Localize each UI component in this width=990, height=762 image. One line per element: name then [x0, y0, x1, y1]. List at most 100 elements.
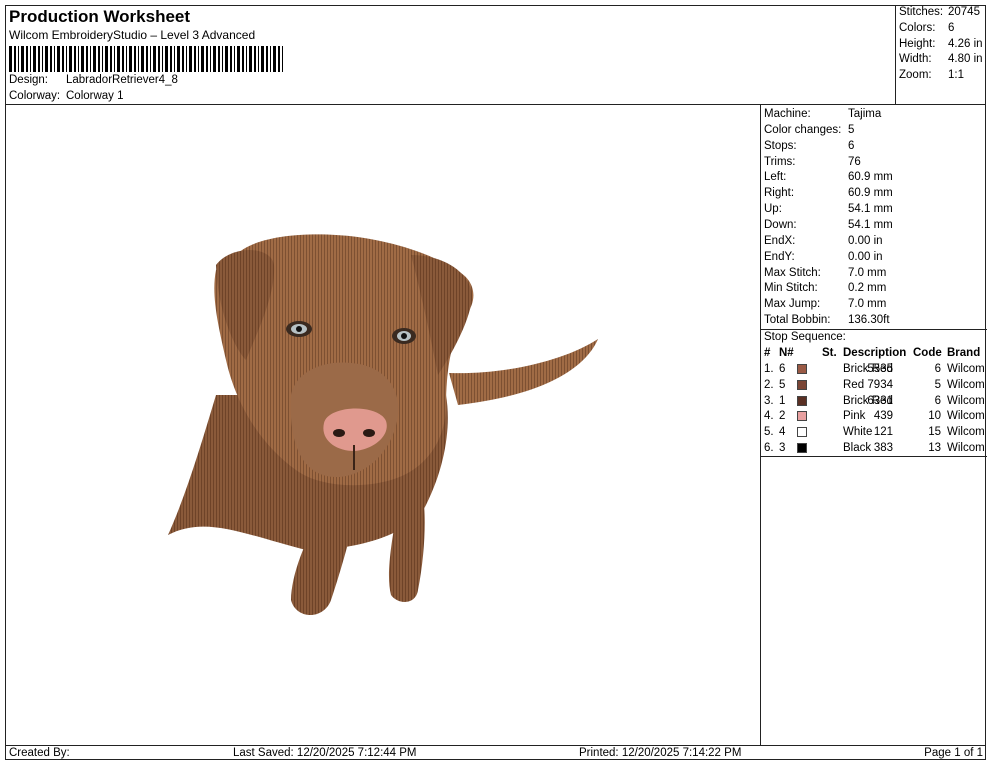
min-stitch-row: Min Stitch: 0.2 mm	[764, 281, 886, 296]
endy-label: EndY:	[764, 251, 795, 263]
seq-needle: 2	[779, 410, 786, 423]
stitches-value: 20745	[948, 6, 980, 18]
down-row: Down: 54.1 mm	[764, 218, 893, 233]
col-st-header: St.	[822, 347, 837, 359]
total-bobbin-label: Total Bobbin:	[764, 314, 831, 326]
dog-tail	[449, 339, 598, 405]
color-changes-row: Color changes: 5	[764, 123, 854, 138]
worksheet-footer: Created By: Last Saved: 12/20/2025 7:12:…	[6, 745, 986, 760]
design-row: Design: LabradorRetriever4_8	[9, 74, 178, 86]
barcode	[9, 46, 283, 72]
max-jump-label: Max Jump:	[764, 298, 821, 310]
max-stitch-value: 7.0 mm	[848, 267, 887, 279]
page-number: Page 1 of 1	[924, 747, 983, 759]
left-row: Left: 60.9 mm	[764, 170, 893, 185]
seq-num: 2.	[764, 378, 774, 391]
seq-code: 6	[934, 394, 941, 407]
endx-row: EndX: 0.00 in	[764, 234, 883, 249]
seq-code: 13	[928, 442, 941, 454]
thread-color-swatch	[797, 443, 807, 453]
sequence-row: 1. 6 5535 Brick Red 6 Wilcom	[761, 362, 987, 377]
endx-value: 0.00 in	[848, 235, 883, 247]
max-jump-value: 7.0 mm	[848, 298, 887, 310]
col-brand-header: Brand	[947, 347, 981, 359]
machine-label: Machine:	[764, 108, 811, 120]
stops-value: 6	[848, 140, 855, 152]
trims-label: Trims:	[764, 156, 796, 168]
height-label: Height:	[899, 38, 936, 50]
thread-color-swatch	[797, 427, 807, 438]
design-value: LabradorRetriever4_8	[66, 74, 178, 86]
created-by: Created By:	[9, 747, 70, 759]
seq-description: Red	[843, 378, 865, 391]
seq-description: Brick Red	[843, 363, 893, 375]
sequence-row: 5. 4 121 White 15 Wilcom	[761, 425, 987, 440]
seq-needle: 3	[779, 442, 786, 454]
zoom-value: 1:1	[948, 69, 964, 81]
seq-description: Black	[843, 442, 872, 454]
width-label: Width:	[899, 53, 932, 65]
color-changes-label: Color changes:	[764, 124, 842, 136]
min-stitch-value: 0.2 mm	[848, 282, 887, 294]
printed-date: Printed: 12/20/2025 7:14:22 PM	[579, 747, 742, 759]
sequence-row: 3. 1 6331 Brick Red 6 Wilcom	[761, 394, 987, 409]
seq-code: 10	[928, 410, 941, 423]
seq-brand: Wilcom	[947, 426, 985, 439]
seq-stitches: 383	[873, 442, 893, 454]
seq-brand: Wilcom	[947, 363, 985, 375]
seq-needle: 5	[779, 378, 786, 391]
colorway-row: Colorway: Colorway 1	[9, 90, 124, 102]
colors-row: Colors: 6	[899, 22, 954, 34]
color-changes-value: 5	[848, 124, 855, 136]
trims-value: 76	[848, 156, 861, 168]
down-label: Down:	[764, 219, 797, 231]
stops-label: Stops:	[764, 140, 797, 152]
seq-brand: Wilcom	[947, 410, 985, 423]
trims-row: Trims: 76	[764, 155, 861, 170]
machine-panel: Machine: Tajima Color changes: 5 Stops: 6 T…	[760, 105, 987, 745]
max-stitch-label: Max Stitch:	[764, 267, 821, 279]
left-label: Left:	[764, 171, 787, 183]
seq-num: 6.	[764, 442, 774, 454]
up-label: Up:	[764, 203, 782, 215]
seq-description: Pink	[843, 410, 866, 423]
width-value: 4.80 in	[948, 53, 983, 65]
seq-stitches: 7934	[867, 378, 893, 391]
col-desc-header: Description	[843, 347, 907, 359]
thread-color-swatch	[797, 379, 807, 390]
down-value: 54.1 mm	[848, 219, 893, 231]
design-canvas	[6, 105, 760, 745]
last-saved: Last Saved: 12/20/2025 7:12:44 PM	[233, 747, 417, 759]
thread-color-swatch	[797, 411, 807, 422]
right-value: 60.9 mm	[848, 187, 893, 199]
seq-description: White	[843, 426, 873, 439]
right-label: Right:	[764, 187, 795, 199]
zoom-row: Zoom: 1:1	[899, 69, 964, 81]
seq-code: 15	[928, 426, 941, 439]
software-subtitle: Wilcom EmbroideryStudio – Level 3 Advanc…	[9, 28, 256, 42]
seq-brand: Wilcom	[947, 378, 985, 391]
total-bobbin-value: 136.30ft	[848, 314, 890, 326]
endx-label: EndX:	[764, 235, 796, 247]
sequence-row: 2. 5 7934 Red 5 Wilcom	[761, 378, 987, 393]
seq-num: 5.	[764, 426, 774, 439]
stops-row: Stops: 6	[764, 139, 854, 154]
max-jump-row: Max Jump: 7.0 mm	[764, 297, 886, 312]
col-n-header: N#	[779, 347, 794, 359]
seq-needle: 1	[779, 394, 786, 407]
col-num-header: #	[764, 347, 771, 359]
sequence-row: 6. 3 383 Black 13 Wilcom	[761, 441, 987, 456]
thread-color-swatch	[797, 395, 807, 406]
colors-value: 6	[948, 22, 955, 34]
seq-stitches: 439	[873, 410, 893, 423]
seq-needle: 6	[779, 363, 786, 375]
sequence-header-row: # N# St. Description Code Brand	[761, 346, 987, 361]
design-label: Design:	[9, 74, 48, 86]
stitches-label: Stitches:	[899, 6, 944, 18]
up-row: Up: 54.1 mm	[764, 202, 893, 217]
left-value: 60.9 mm	[848, 171, 893, 183]
width-row: Width: 4.80 in	[899, 53, 983, 65]
seq-brand: Wilcom	[947, 442, 985, 454]
seq-num: 4.	[764, 410, 774, 423]
seq-num: 3.	[764, 394, 774, 407]
